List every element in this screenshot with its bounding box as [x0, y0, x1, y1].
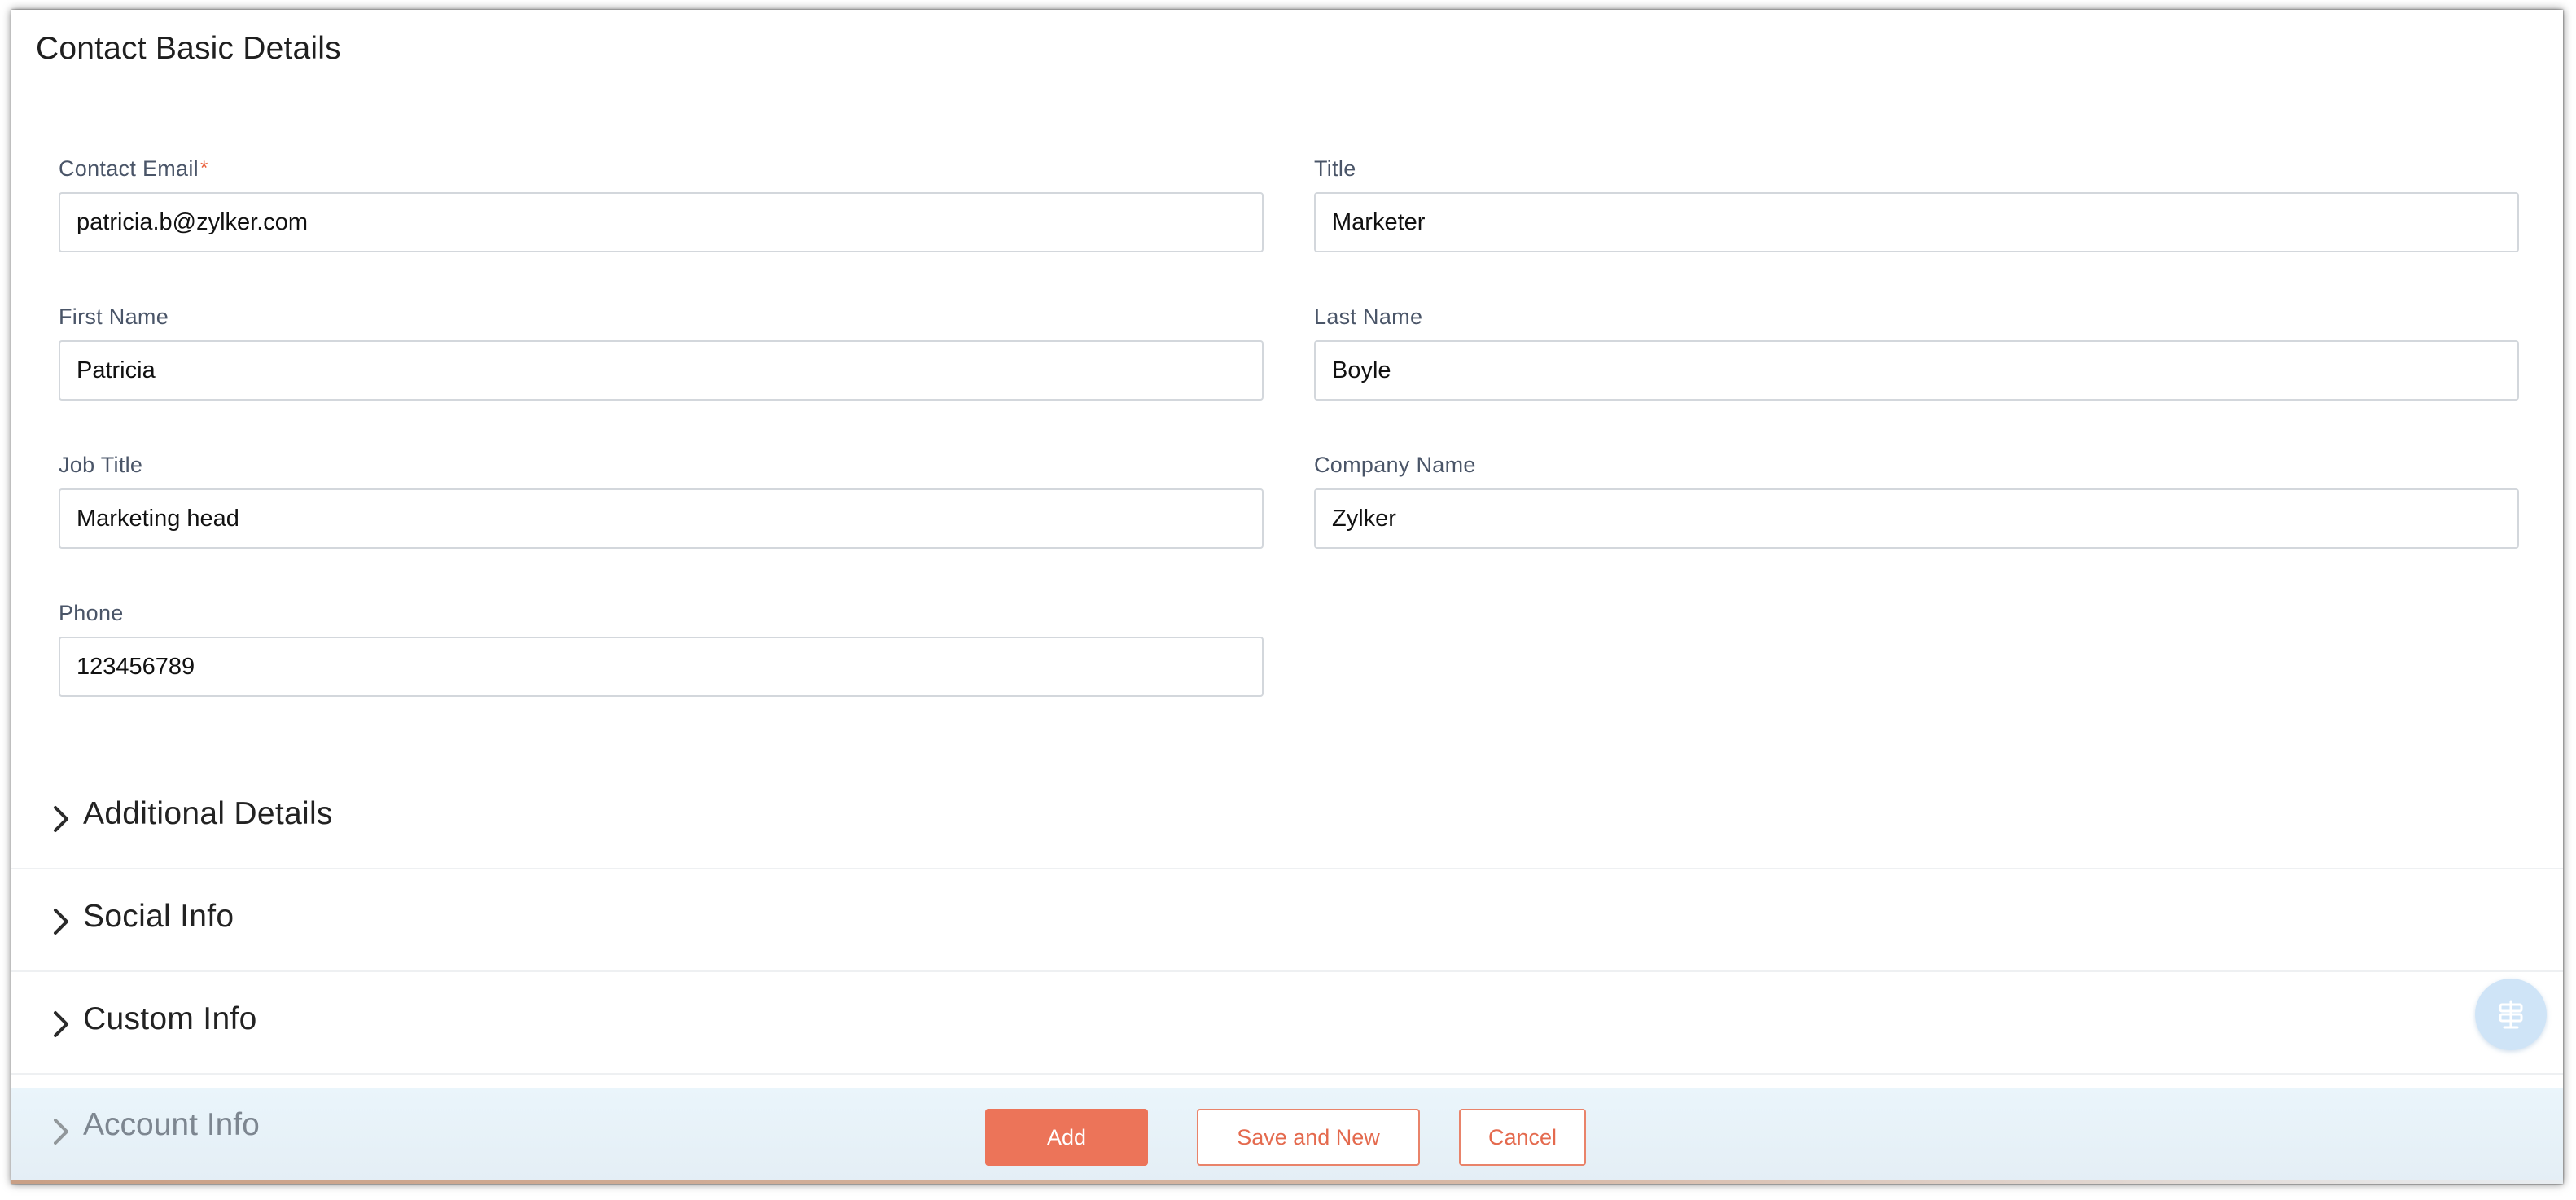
accordion-label: Additional Details	[83, 796, 333, 831]
contact-email-label-text: Contact Email	[59, 156, 199, 181]
save-and-new-button[interactable]: Save and New	[1197, 1109, 1420, 1166]
bottom-divider	[11, 1180, 2563, 1184]
accordion-social-info[interactable]: Social Info	[11, 869, 2563, 972]
last-name-field-group: Last Name	[1314, 303, 2519, 401]
last-name-label: Last Name	[1314, 304, 1423, 329]
phone-input[interactable]	[59, 637, 1264, 697]
cancel-button[interactable]: Cancel	[1459, 1109, 1586, 1166]
title-input[interactable]	[1314, 192, 2519, 252]
section-title: Contact Basic Details	[36, 31, 341, 66]
first-name-field-group: First Name	[59, 303, 1264, 401]
accordion-label: Custom Info	[83, 1001, 257, 1036]
chevron-right-icon	[54, 909, 68, 935]
contact-form-panel: Contact Basic Details Contact Email* Tit…	[11, 10, 2563, 1184]
title-label: Title	[1314, 156, 1356, 181]
accordion-custom-info[interactable]: Custom Info	[11, 972, 2563, 1075]
floating-help-button[interactable]	[2475, 979, 2547, 1050]
company-name-field-group: Company Name	[1314, 451, 2519, 549]
first-name-input[interactable]	[59, 340, 1264, 401]
signpost-icon	[2499, 1000, 2523, 1029]
accordion-label: Social Info	[83, 899, 234, 934]
chevron-right-icon	[54, 1011, 68, 1037]
chevron-right-icon	[54, 806, 68, 832]
add-button[interactable]: Add	[985, 1109, 1148, 1166]
job-title-field-group: Job Title	[59, 451, 1264, 549]
last-name-input[interactable]	[1314, 340, 2519, 401]
accordion-account-info[interactable]: Account Info	[11, 1088, 744, 1184]
contact-email-field-group: Contact Email*	[59, 155, 1264, 252]
contact-email-input[interactable]	[59, 192, 1264, 252]
accordion-label: Account Info	[83, 1107, 260, 1142]
job-title-input[interactable]	[59, 488, 1264, 549]
required-asterisk: *	[199, 157, 208, 179]
company-name-label: Company Name	[1314, 453, 1476, 477]
first-name-label: First Name	[59, 304, 169, 329]
job-title-label: Job Title	[59, 453, 143, 477]
title-field-group: Title	[1314, 155, 2519, 252]
accordion-additional-details[interactable]: Additional Details	[11, 767, 2563, 869]
contact-email-label: Contact Email*	[59, 155, 1264, 182]
phone-label: Phone	[59, 601, 124, 625]
company-name-input[interactable]	[1314, 488, 2519, 549]
phone-field-group: Phone	[59, 599, 1264, 697]
form-action-footer: Account Info Add Save and New Cancel	[11, 1088, 2563, 1184]
chevron-right-icon	[54, 1119, 68, 1145]
